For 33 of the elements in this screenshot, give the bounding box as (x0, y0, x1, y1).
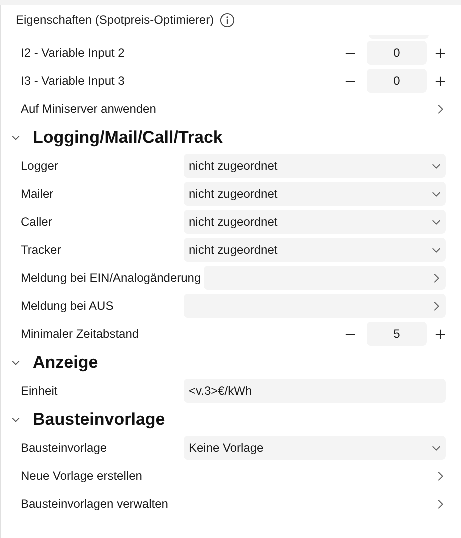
property-label: Tracker (21, 243, 62, 257)
property-label: Caller (21, 215, 54, 229)
selector-field[interactable] (204, 266, 446, 290)
plus-icon[interactable] (435, 48, 446, 58)
panel-title: Eigenschaften (Spotpreis-Optimierer) (16, 13, 214, 27)
selector-field[interactable] (184, 294, 446, 318)
dropdown[interactable]: nicht zugeordnet (184, 210, 446, 234)
property-label: Mailer (21, 187, 55, 201)
number-field[interactable]: 0 (367, 69, 427, 93)
dropdown[interactable]: nicht zugeordnet (184, 182, 446, 206)
property-label: Minimaler Zeitabstand (21, 327, 140, 341)
property-label: I2 - Variable Input 2 (21, 46, 126, 60)
plus-icon[interactable] (435, 76, 446, 86)
info-icon[interactable] (220, 12, 236, 28)
property-label: Bausteinvorlagen verwalten (21, 497, 170, 511)
property-label: Logger (21, 159, 60, 173)
property-label: Bausteinvorlage (21, 441, 108, 455)
property-label: Einheit (21, 384, 59, 398)
property-label: Auf Miniserver anwenden (21, 102, 158, 116)
property-label: Meldung bei AUS (21, 299, 115, 313)
dropdown[interactable]: nicht zugeordnet (184, 154, 446, 178)
plus-icon[interactable] (435, 328, 446, 340)
dropdown[interactable]: nicht zugeordnet (184, 238, 446, 262)
number-field[interactable]: 5 (367, 322, 427, 346)
property-label: Neue Vorlage erstellen (21, 469, 144, 483)
section-title[interactable]: Logging/Mail/Call/Track (33, 128, 223, 148)
number-field[interactable]: 0 (367, 41, 427, 65)
section-title[interactable]: Bausteinvorlage (33, 410, 166, 430)
text-field[interactable]: <v.3>€/kWh (184, 379, 446, 403)
dropdown[interactable]: Keine Vorlage (184, 436, 446, 460)
section-title[interactable]: Anzeige (33, 352, 98, 372)
property-label: I3 - Variable Input 3 (21, 74, 126, 88)
property-label: Meldung bei EIN/Analogänderung (21, 271, 202, 285)
